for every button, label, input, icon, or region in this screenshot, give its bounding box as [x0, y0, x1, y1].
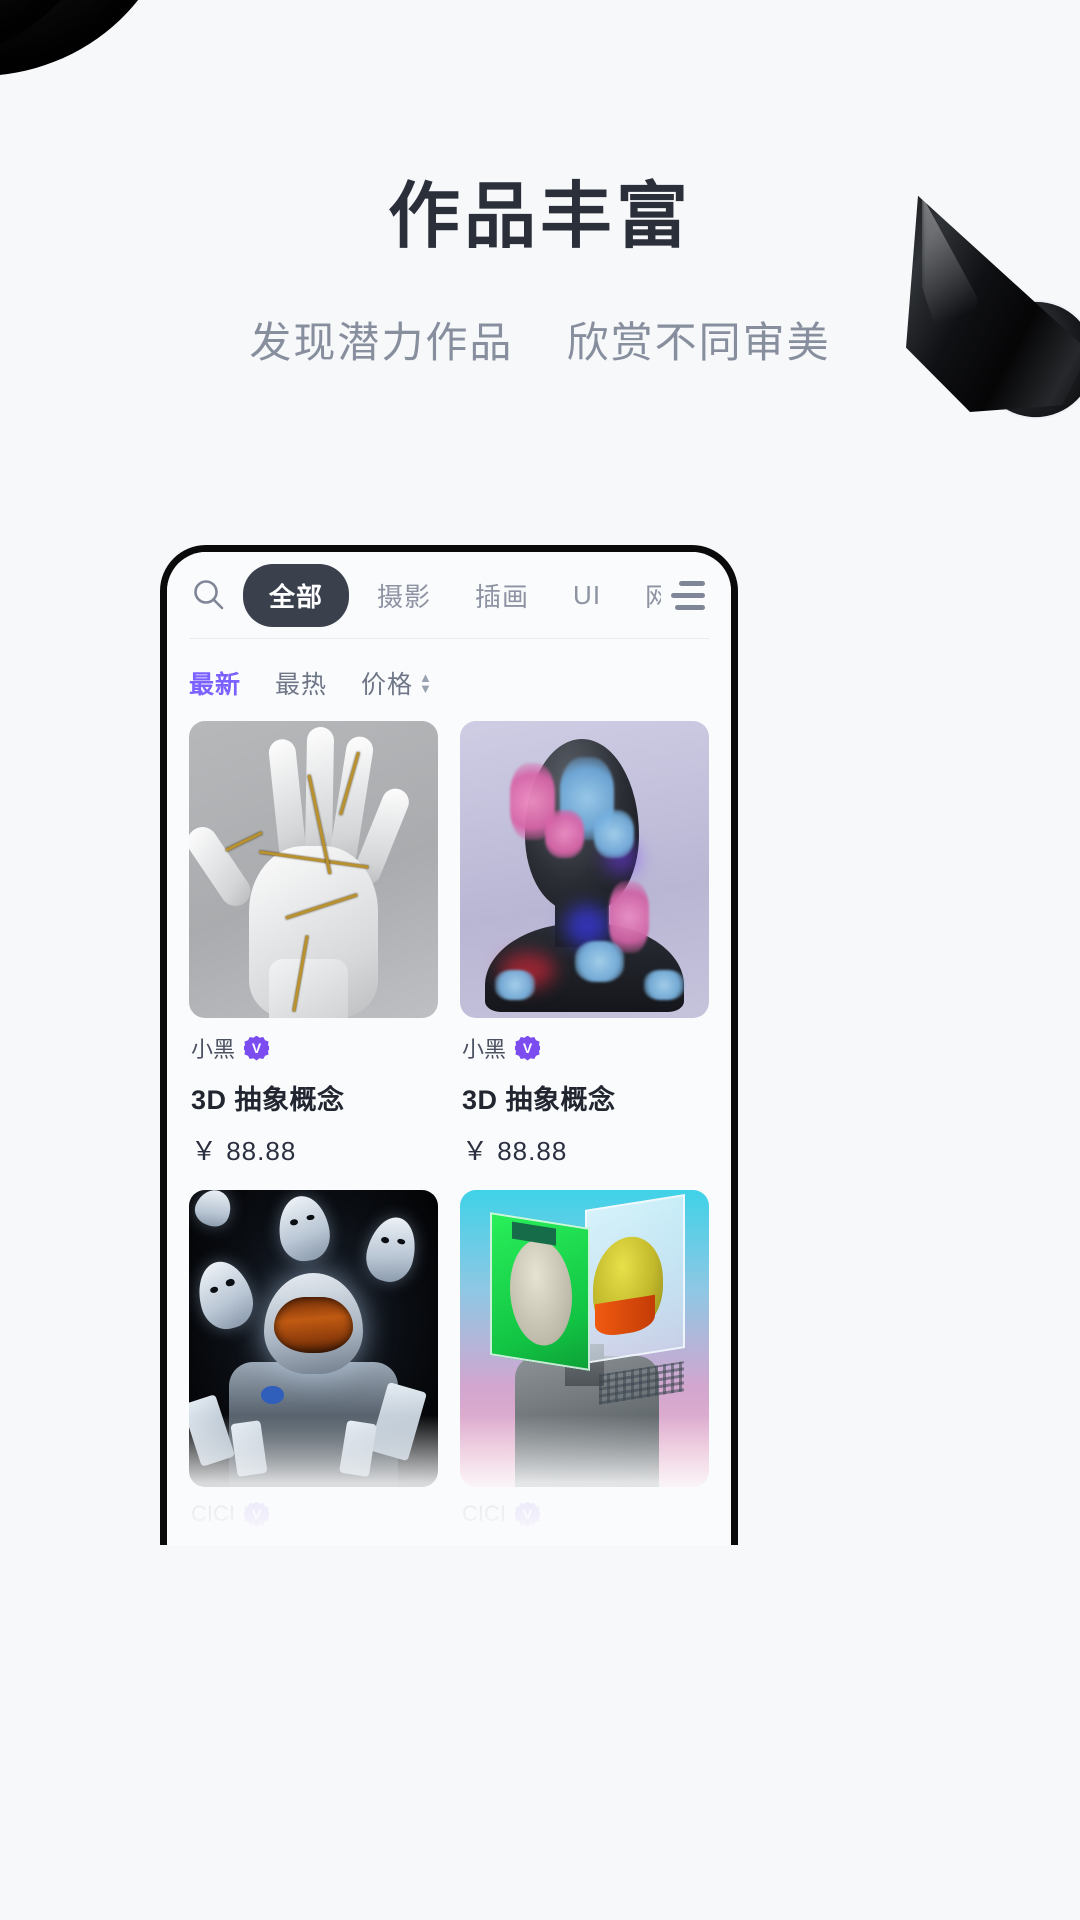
- glass-cube-head-artwork-image: [460, 1190, 709, 1487]
- artwork-meta: 小黑 V 3D 抽象概念 ￥ 88.88: [460, 1018, 709, 1168]
- artwork-title: 3D 抽象概念: [191, 1541, 436, 1545]
- filter-bar: 最新 最热 价格 ▲ ▼: [167, 639, 731, 721]
- filter-hottest[interactable]: 最热: [275, 665, 327, 701]
- tab-webpage[interactable]: 网页: [623, 577, 661, 614]
- verified-badge-icon: V: [244, 1501, 269, 1527]
- hamburger-menu-icon[interactable]: [671, 580, 713, 610]
- verified-badge-icon: V: [515, 1501, 540, 1527]
- author-name: CICI: [191, 1501, 235, 1526]
- sort-down-icon: ▼: [419, 680, 433, 696]
- page-subtitle: 发现潜力作品 欣赏不同审美: [0, 309, 1080, 370]
- tab-illustration[interactable]: 插画: [453, 577, 551, 614]
- artwork-thumbnail[interactable]: [460, 721, 709, 1018]
- artwork-thumbnail[interactable]: [460, 1190, 709, 1487]
- artwork-title: 3D 抽象概念: [462, 1085, 616, 1115]
- hero-section: 作品丰富 发现潜力作品 欣赏不同审美: [0, 177, 1080, 370]
- phone-screen: 全部 摄影 插画 UI 网页 3 最新 最热 价格 ▲ ▼: [167, 552, 731, 1545]
- artwork-price: ￥ 88.88: [191, 1136, 297, 1166]
- tab-ui[interactable]: UI: [551, 580, 623, 611]
- artwork-card[interactable]: 小黑 V 3D 抽象概念 ￥ 88.88: [460, 721, 709, 1168]
- tab-photography[interactable]: 摄影: [355, 577, 453, 614]
- sort-arrows-icon[interactable]: ▲ ▼: [419, 671, 433, 696]
- artwork-author-row[interactable]: CICI V: [191, 1501, 436, 1527]
- artwork-thumbnail[interactable]: [189, 721, 438, 1018]
- filter-newest[interactable]: 最新: [189, 665, 241, 701]
- artwork-card[interactable]: CICI V 3D 抽象概念: [189, 1190, 438, 1545]
- phone-mockup: 全部 摄影 插画 UI 网页 3 最新 最热 价格 ▲ ▼: [160, 545, 738, 1545]
- author-name: 小黑: [191, 1037, 236, 1062]
- nav-bar: 全部 摄影 插画 UI 网页 3: [167, 552, 731, 638]
- marble-hand-artwork-image: [189, 721, 438, 1018]
- filter-price-label: 价格: [361, 671, 414, 699]
- subtitle-right: 欣赏不同审美: [566, 319, 831, 367]
- crystal-bust-artwork-image: [460, 721, 709, 1018]
- artwork-card[interactable]: CICI V 3D 抽象概念: [460, 1190, 709, 1545]
- artwork-price: ￥ 88.88: [462, 1136, 568, 1166]
- verified-badge-icon: V: [515, 1035, 541, 1061]
- page-title: 作品丰富: [387, 177, 692, 257]
- artwork-author-row[interactable]: CICI V: [462, 1501, 707, 1527]
- subtitle-left: 发现潜力作品: [249, 319, 514, 367]
- category-tabs: 全部 摄影 插画 UI 网页 3: [237, 563, 661, 627]
- artwork-author-row[interactable]: 小黑 V: [191, 1032, 436, 1064]
- astronaut-masks-artwork-image: [189, 1190, 438, 1487]
- artwork-thumbnail[interactable]: [189, 1190, 438, 1487]
- verified-badge-icon: V: [244, 1035, 270, 1061]
- author-name: 小黑: [462, 1037, 507, 1062]
- filter-price[interactable]: 价格 ▲ ▼: [361, 665, 433, 701]
- artwork-meta: CICI V 3D 抽象概念: [189, 1487, 438, 1545]
- artwork-title: 3D 抽象概念: [191, 1085, 345, 1115]
- artwork-meta: 小黑 V 3D 抽象概念 ￥ 88.88: [189, 1018, 438, 1168]
- artwork-title: 3D 抽象概念: [462, 1541, 707, 1545]
- author-name: CICI: [462, 1501, 506, 1526]
- artwork-grid: 小黑 V 3D 抽象概念 ￥ 88.88 小黑 V 3D 抽象概念 ￥ 88.8…: [167, 721, 731, 1545]
- artwork-meta: CICI V 3D 抽象概念: [460, 1487, 709, 1545]
- tab-all[interactable]: 全部: [243, 563, 350, 627]
- artwork-author-row[interactable]: 小黑 V: [462, 1032, 707, 1064]
- search-icon[interactable]: [189, 575, 229, 615]
- artwork-card[interactable]: 小黑 V 3D 抽象概念 ￥ 88.88: [189, 721, 438, 1168]
